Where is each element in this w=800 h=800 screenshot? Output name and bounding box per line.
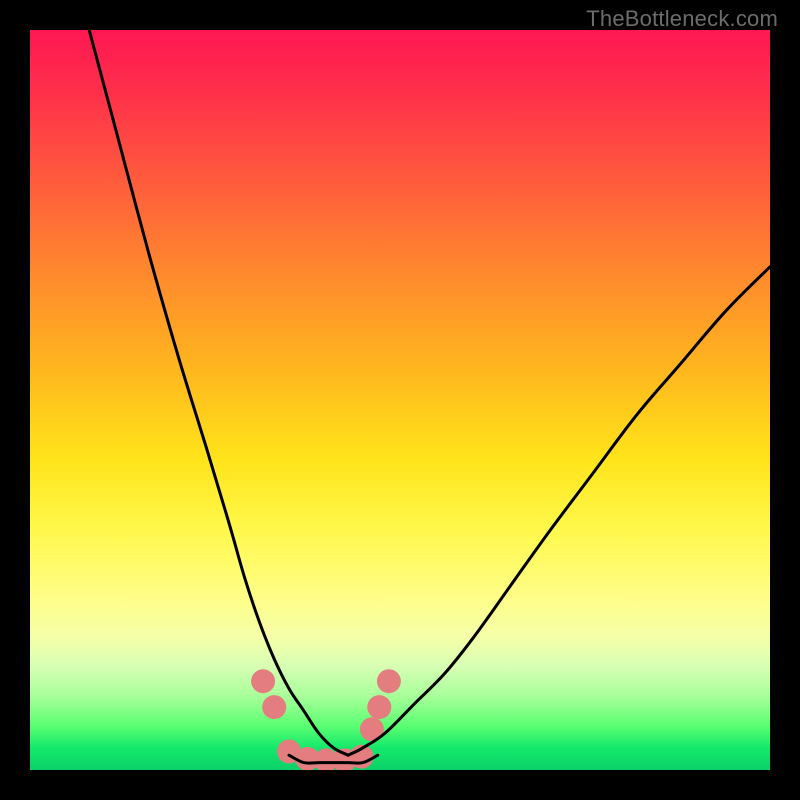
- chart-frame: TheBottleneck.com: [0, 0, 800, 800]
- series-right-curve: [348, 267, 770, 755]
- watermark-text: TheBottleneck.com: [586, 6, 778, 32]
- highlight-dot: [367, 695, 391, 719]
- plot-area: [30, 30, 770, 770]
- highlight-dot: [377, 669, 401, 693]
- chart-svg: [30, 30, 770, 770]
- line-group: [89, 30, 770, 763]
- highlight-dot: [262, 695, 286, 719]
- series-left-curve: [89, 30, 348, 755]
- highlight-dot: [251, 669, 275, 693]
